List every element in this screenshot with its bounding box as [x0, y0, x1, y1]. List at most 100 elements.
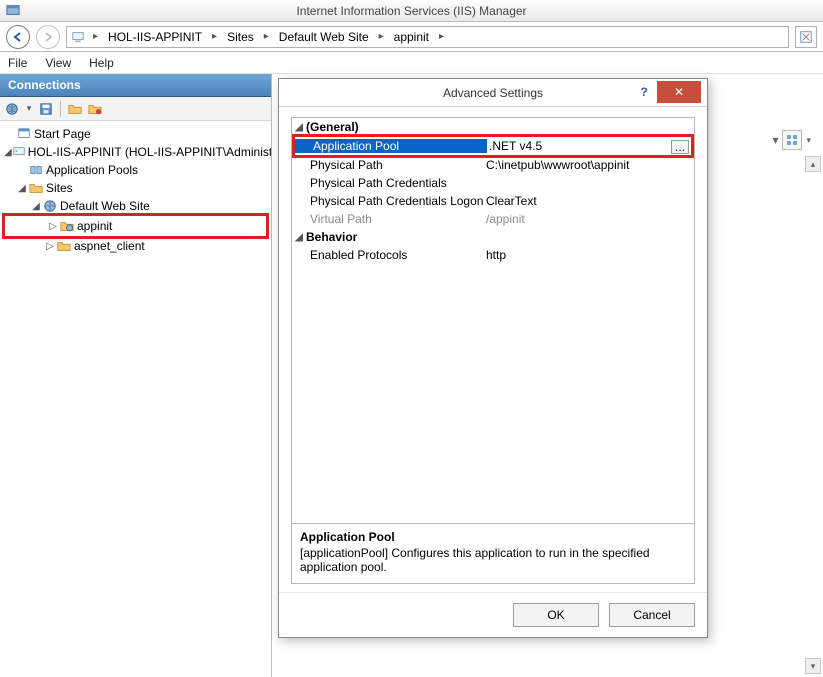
prop-label: Enabled Protocols	[292, 248, 484, 262]
window-titlebar: Internet Information Services (IIS) Mana…	[0, 0, 823, 22]
prop-label: Virtual Path	[292, 212, 484, 226]
webapp-icon	[59, 218, 75, 234]
ok-button[interactable]: OK	[513, 603, 599, 627]
property-description: Application Pool [applicationPool] Confi…	[292, 523, 694, 583]
forward-button[interactable]	[36, 25, 60, 49]
toolbar-dropdown-icon[interactable]: ▾	[24, 101, 34, 117]
menu-help[interactable]: Help	[89, 56, 114, 70]
start-page-icon	[16, 126, 32, 142]
server-icon	[71, 30, 85, 44]
breadcrumb-segment[interactable]: Sites	[225, 30, 256, 44]
prop-value[interactable]: http	[484, 248, 694, 262]
menu-bar: File View Help	[0, 52, 823, 74]
window-title: Internet Information Services (IIS) Mana…	[296, 4, 526, 18]
prop-physical-path-credentials-logon[interactable]: Physical Path Credentials Logon ClearTex…	[292, 192, 694, 210]
prop-label: Application Pool	[295, 139, 487, 153]
property-grid: ◢ (General) Application Pool .NET v4.5 .…	[291, 117, 695, 584]
chevron-icon: ▸	[208, 31, 221, 42]
save-icon[interactable]	[38, 101, 54, 117]
ellipsis-button[interactable]: ...	[671, 140, 689, 154]
prop-label: Physical Path Credentials Logon	[292, 194, 484, 208]
connections-pane: Connections ▾ Start Page ◢ HOL-IIS-APPIN…	[0, 74, 272, 677]
connect-icon[interactable]	[4, 101, 20, 117]
cancel-button[interactable]: Cancel	[609, 603, 695, 627]
prop-value[interactable]: .NET v4.5 ...	[487, 139, 691, 153]
close-button[interactable]: ✕	[657, 81, 701, 103]
dialog-body: ◢ (General) Application Pool .NET v4.5 .…	[279, 107, 707, 592]
actions-toolbar: ▾ ▾	[772, 130, 811, 150]
toolbar-dropdown-icon[interactable]: ▾	[772, 133, 778, 147]
dialog-button-row: OK Cancel	[279, 592, 707, 637]
app-icon	[6, 3, 20, 17]
tree-label: aspnet_client	[74, 239, 145, 253]
tree-server-node[interactable]: ◢ HOL-IIS-APPINIT (HOL-IIS-APPINIT\Admin…	[2, 143, 269, 161]
menu-view[interactable]: View	[45, 56, 71, 70]
property-grid-rows: ◢ (General) Application Pool .NET v4.5 .…	[292, 118, 694, 523]
toolbar-dropdown-icon[interactable]: ▾	[806, 135, 811, 146]
address-bar[interactable]: ▸ HOL-IIS-APPINIT ▸ Sites ▸ Default Web …	[66, 26, 789, 48]
tree-label: Sites	[46, 181, 73, 195]
chevron-icon: ▸	[435, 31, 448, 42]
prop-value: /appinit	[484, 212, 694, 226]
chevron-icon: ▸	[89, 31, 102, 42]
prop-physical-path-credentials[interactable]: Physical Path Credentials	[292, 174, 694, 192]
chevron-icon: ▸	[375, 31, 388, 42]
app-pools-icon	[28, 162, 44, 178]
twisty-closed-icon[interactable]: ▷	[44, 241, 56, 252]
description-body: [applicationPool] Configures this applic…	[300, 546, 686, 574]
refresh-button[interactable]	[795, 26, 817, 48]
prop-value[interactable]: ClearText	[484, 194, 694, 208]
connections-toolbar: ▾	[0, 97, 271, 121]
tree-label: HOL-IIS-APPINIT (HOL-IIS-APPINIT\Adminis…	[28, 145, 271, 159]
tree-appinit[interactable]: ▷ appinit	[5, 217, 266, 235]
tree-label: appinit	[77, 219, 112, 233]
tree-label: Application Pools	[46, 163, 138, 177]
prop-label: Physical Path	[292, 158, 484, 172]
menu-file[interactable]: File	[8, 56, 27, 70]
category-label: Behavior	[306, 230, 357, 244]
twisty-open-icon[interactable]: ◢	[4, 147, 12, 158]
tree-label: Start Page	[34, 127, 91, 141]
prop-physical-path[interactable]: Physical Path C:\inetpub\wwwroot\appinit	[292, 156, 694, 174]
prop-label: Physical Path Credentials	[292, 176, 484, 190]
chevron-icon: ▸	[260, 31, 273, 42]
twisty-open-icon[interactable]: ◢	[292, 232, 306, 243]
tree-sites[interactable]: ◢ Sites	[2, 179, 269, 197]
prop-enabled-protocols[interactable]: Enabled Protocols http	[292, 246, 694, 264]
breadcrumb-segment[interactable]: appinit	[392, 30, 431, 44]
connections-tree: Start Page ◢ HOL-IIS-APPINIT (HOL-IIS-AP…	[0, 121, 271, 259]
open-folder-icon[interactable]	[67, 101, 83, 117]
tree-aspnet-client[interactable]: ▷ aspnet_client	[2, 237, 269, 255]
stop-site-icon[interactable]	[87, 101, 103, 117]
folder-icon	[28, 180, 44, 196]
prop-value[interactable]: C:\inetpub\wwwroot\appinit	[484, 158, 694, 172]
twisty-open-icon[interactable]: ◢	[16, 183, 28, 194]
toolbar-separator	[60, 101, 61, 117]
twisty-open-icon[interactable]: ◢	[30, 201, 42, 212]
folder-icon	[56, 238, 72, 254]
back-button[interactable]	[6, 25, 30, 49]
advanced-settings-dialog: Advanced Settings ? ✕ ◢ (General) Applic…	[278, 78, 708, 638]
tree-start-page[interactable]: Start Page	[2, 125, 269, 143]
scroll-up-button[interactable]: ▴	[805, 156, 821, 172]
server-icon	[12, 144, 26, 160]
view-icons-button[interactable]	[782, 130, 802, 150]
navigation-bar: ▸ HOL-IIS-APPINIT ▸ Sites ▸ Default Web …	[0, 22, 823, 52]
category-label: (General)	[306, 120, 359, 134]
globe-icon	[42, 198, 58, 214]
prop-virtual-path: Virtual Path /appinit	[292, 210, 694, 228]
category-behavior[interactable]: ◢ Behavior	[292, 228, 694, 246]
breadcrumb-segment[interactable]: HOL-IIS-APPINIT	[106, 30, 204, 44]
tree-app-pools[interactable]: Application Pools	[2, 161, 269, 179]
twisty-open-icon[interactable]: ◢	[292, 122, 306, 133]
breadcrumb-segment[interactable]: Default Web Site	[277, 30, 371, 44]
dialog-title: Advanced Settings	[443, 86, 543, 100]
connections-header: Connections	[0, 74, 271, 97]
description-title: Application Pool	[300, 530, 686, 544]
prop-application-pool[interactable]: Application Pool .NET v4.5 ...	[295, 137, 691, 155]
highlight-annotation: Application Pool .NET v4.5 ...	[292, 134, 694, 158]
help-button[interactable]: ?	[633, 82, 655, 102]
scroll-down-button[interactable]: ▾	[805, 658, 821, 674]
dialog-titlebar: Advanced Settings ? ✕	[279, 79, 707, 107]
twisty-closed-icon[interactable]: ▷	[47, 221, 59, 232]
